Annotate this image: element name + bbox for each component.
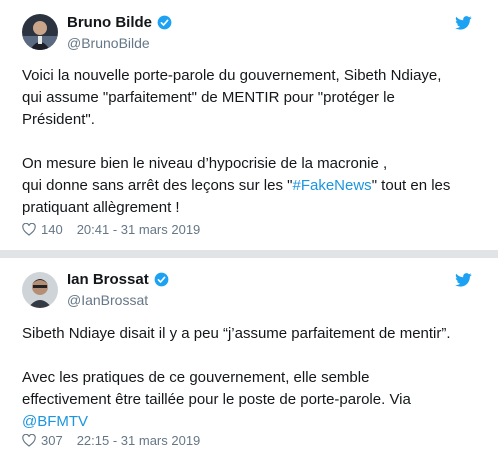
- tweet-text-line: On mesure bien le niveau d’hypocrisie de…: [22, 155, 388, 172]
- author-handle[interactable]: @BrunoBilde: [67, 35, 150, 51]
- tweet-text: Sibeth Ndiaye disait il y a peu “j’assum…: [22, 323, 482, 433]
- tweet-meta: 307 22:15 - 31 mars 2019: [22, 433, 200, 448]
- like-count[interactable]: 307: [41, 433, 63, 448]
- tweet-meta: 140 20:41 - 31 mars 2019: [22, 222, 200, 237]
- like-count[interactable]: 140: [41, 222, 63, 237]
- mention-link[interactable]: @BFMTV: [22, 413, 88, 430]
- tweet-text-segment: " tout en les: [371, 177, 451, 194]
- author-name[interactable]: Ian Brossat: [67, 271, 149, 288]
- tweet-text: Voici la nouvelle porte-parole du gouver…: [22, 65, 482, 219]
- tweet-text-line: effectivement être taillée pour le poste…: [22, 391, 411, 408]
- verified-badge-icon: [154, 272, 169, 287]
- twitter-bird-icon[interactable]: [455, 16, 472, 30]
- avatar[interactable]: [22, 14, 58, 50]
- tweet-text-line: Sibeth Ndiaye disait il y a peu “j’assum…: [22, 325, 451, 342]
- tweet-text-line: @BFMTV: [22, 411, 482, 433]
- author-name-row[interactable]: Ian Brossat: [67, 271, 169, 288]
- tweet-text-line: qui assume "parfaitement" de MENTIR pour…: [22, 89, 395, 106]
- tweet-text-line: pratiquant allègrement !: [22, 199, 180, 216]
- tweet-text-line: qui donne sans arrêt des leçons sur les …: [22, 175, 482, 197]
- tweet-text-line: Avec les pratiques de ce gouvernement, e…: [22, 369, 370, 386]
- verified-badge-icon: [157, 15, 172, 30]
- tweet-text-line: Voici la nouvelle porte-parole du gouver…: [22, 67, 442, 84]
- author-name-row[interactable]: Bruno Bilde: [67, 14, 172, 31]
- author-handle[interactable]: @IanBrossat: [67, 292, 148, 308]
- heart-icon[interactable]: [22, 223, 36, 236]
- timestamp[interactable]: 20:41 - 31 mars 2019: [77, 222, 201, 237]
- timestamp[interactable]: 22:15 - 31 mars 2019: [77, 433, 201, 448]
- tweet-text-segment: qui donne sans arrêt des leçons sur les …: [22, 177, 293, 194]
- hashtag-link[interactable]: #FakeNews: [292, 177, 371, 194]
- heart-icon[interactable]: [22, 434, 36, 447]
- avatar[interactable]: [22, 272, 58, 308]
- tweet-text-line: Président".: [22, 111, 95, 128]
- twitter-bird-icon[interactable]: [455, 273, 472, 287]
- divider: [0, 250, 498, 258]
- author-name[interactable]: Bruno Bilde: [67, 14, 152, 31]
